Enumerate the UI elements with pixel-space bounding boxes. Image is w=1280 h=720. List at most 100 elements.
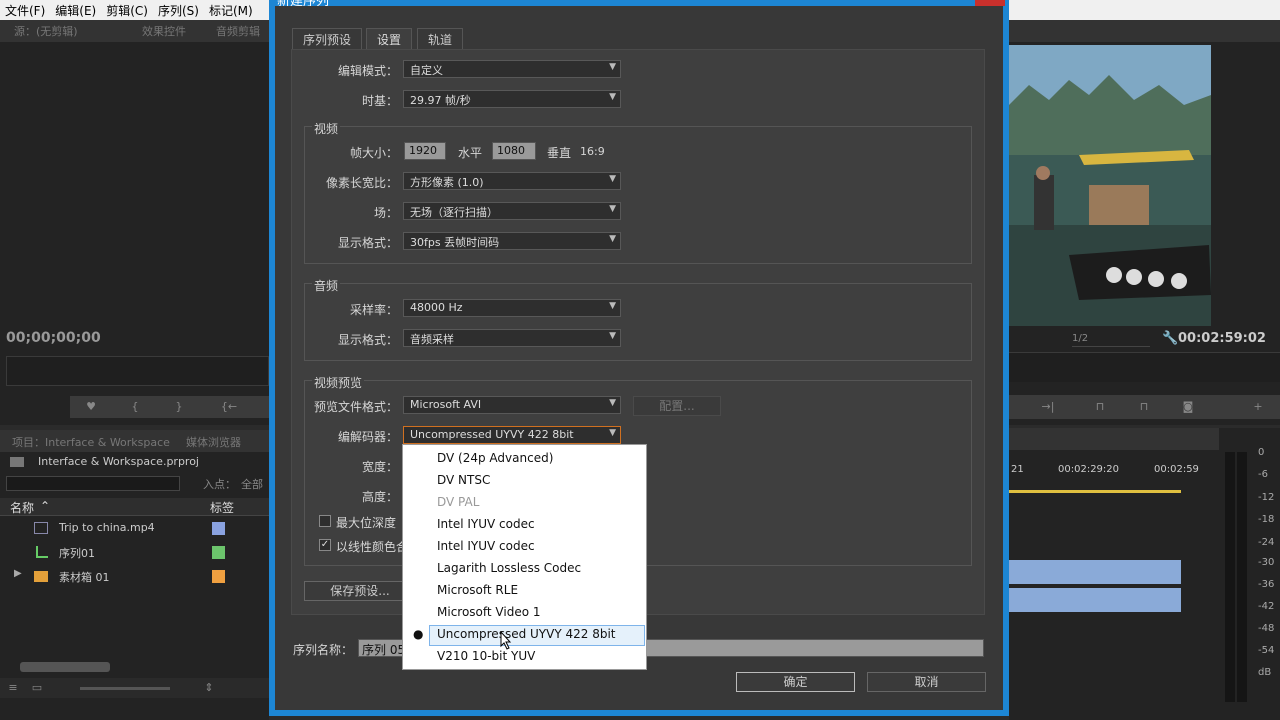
codec-option[interactable]: DV (24p Advanced) — [437, 451, 553, 465]
fields-label: 场： — [373, 206, 398, 220]
zoom-select[interactable]: 1/2 — [1072, 333, 1150, 347]
tab-settings[interactable]: 设置 — [366, 28, 413, 49]
audio-display-select[interactable]: 音频采样 ▼ — [403, 329, 621, 347]
source-timecode: 00;00;00;00 — [6, 330, 101, 346]
sort-icon[interactable]: ⇕ — [200, 680, 218, 696]
meter-bar-left — [1225, 452, 1235, 702]
meter-label: -18 — [1258, 514, 1275, 525]
chevron-down-icon: ▼ — [609, 428, 616, 438]
frame-height-input[interactable]: 1080 — [492, 142, 536, 160]
codec-option[interactable]: Intel IYUV codec — [437, 539, 535, 553]
tab-project[interactable]: 项目：Interface & Workspace — [12, 434, 170, 450]
timeline-time-1: 21 — [1011, 464, 1024, 475]
sort-up-icon: ⌃ — [40, 499, 51, 513]
frame-width-input[interactable]: 1920 — [404, 142, 446, 160]
marker-icon[interactable]: ♥ — [82, 399, 100, 415]
codec-option: DV PAL — [437, 495, 480, 509]
meter-label: -24 — [1258, 537, 1275, 548]
selected-bullet-icon: ● — [413, 627, 424, 641]
codec-option[interactable]: Uncompressed UYVY 422 8bit — [437, 627, 615, 641]
save-preset-button[interactable]: 保存预设... — [304, 581, 416, 601]
col-name[interactable]: 名称 — [10, 499, 34, 516]
tab-sequence-presets[interactable]: 序列预设 — [292, 28, 363, 49]
horizontal-label: 水平 — [458, 146, 483, 160]
edit-mode-value: 自定义 — [410, 64, 443, 77]
display-format-label: 显示格式： — [337, 236, 398, 250]
codec-option[interactable]: Lagarith Lossless Codec — [437, 561, 581, 575]
mark-in-icon[interactable]: { — [126, 399, 144, 415]
project-search-input[interactable] — [6, 476, 180, 491]
source-controls: ♥ { } {← — [70, 396, 269, 418]
tab-audio-clip[interactable]: 音频剪辑 — [216, 23, 260, 39]
chevron-down-icon: ▼ — [609, 234, 616, 244]
extract-icon[interactable]: ⊓ — [1135, 399, 1153, 415]
mouse-cursor-icon — [500, 631, 512, 650]
max-depth-checkbox[interactable] — [319, 515, 331, 527]
meter-label: 0 — [1258, 447, 1265, 458]
sample-rate-select[interactable]: 48000 Hz ▼ — [403, 299, 621, 317]
sample-rate-label: 采样率： — [349, 303, 398, 317]
menu-marker[interactable]: 标记(M) — [204, 0, 258, 21]
ok-button[interactable]: 确定 — [736, 672, 855, 692]
bin-folder-icon — [34, 571, 48, 582]
tab-effect-controls[interactable]: 效果控件 — [142, 23, 186, 39]
expand-triangle-icon[interactable]: ▶ — [14, 568, 22, 579]
preview-format-select[interactable]: Microsoft AVI ▼ — [403, 396, 621, 414]
menu-file[interactable]: 文件(F) — [0, 0, 50, 21]
display-format-select[interactable]: 30fps 丢帧时间码 ▼ — [403, 232, 621, 250]
fields-select[interactable]: 无场（逐行扫描） ▼ — [403, 202, 621, 220]
menu-sequence[interactable]: 序列(S) — [153, 0, 204, 21]
linear-color-checkbox[interactable]: ✓ — [319, 539, 331, 551]
codec-option[interactable]: Intel IYUV codec — [437, 517, 535, 531]
edit-mode-select[interactable]: 自定义 ▼ — [403, 60, 621, 78]
audio-track-clip[interactable] — [1009, 588, 1181, 612]
list-item[interactable]: ▶ 素材箱 01 — [0, 566, 269, 588]
pixel-aspect-select[interactable]: 方形像素 (1.0) ▼ — [403, 172, 621, 190]
menu-edit[interactable]: 编辑(E) — [50, 0, 101, 21]
meter-label: -36 — [1258, 579, 1275, 590]
horizontal-scrollbar[interactable] — [20, 662, 110, 672]
timebase-select[interactable]: 29.97 帧/秒 ▼ — [403, 90, 621, 108]
meter-label: -42 — [1258, 601, 1275, 612]
lift-icon[interactable]: ⊓ — [1091, 399, 1109, 415]
wrench-icon[interactable]: 🔧 — [1162, 331, 1178, 346]
mark-out-icon[interactable]: } — [170, 399, 188, 415]
close-icon[interactable] — [975, 0, 1005, 6]
program-scrub-bar[interactable] — [1009, 352, 1280, 382]
insert-icon[interactable]: →| — [1039, 399, 1057, 415]
folder-icon — [10, 457, 24, 467]
codec-option[interactable]: Microsoft RLE — [437, 583, 518, 597]
item-name: Trip to china.mp4 — [59, 521, 155, 534]
cancel-button[interactable]: 取消 — [867, 672, 986, 692]
frame-size-label: 帧大小： — [349, 146, 398, 160]
codec-option[interactable]: DV NTSC — [437, 473, 490, 487]
height-label: 高度： — [361, 490, 398, 504]
codec-dropdown-list: ● DV (24p Advanced) DV NTSC DV PAL Intel… — [402, 444, 647, 670]
icon-view-icon[interactable]: ▭ — [28, 680, 46, 696]
linear-color-label: 以线性颜色合 — [336, 540, 409, 554]
tab-source[interactable]: 源：(无剪辑) — [14, 23, 78, 39]
go-to-in-icon[interactable]: {← — [220, 399, 238, 415]
display-format-value: 30fps 丢帧时间码 — [410, 236, 500, 249]
in-point-value[interactable]: 全部 — [241, 476, 263, 492]
video-track-clip[interactable] — [1009, 560, 1181, 584]
codec-option[interactable]: V210 10-bit YUV — [437, 649, 535, 663]
list-item[interactable]: 序列01 — [0, 542, 269, 564]
menu-clip[interactable]: 剪辑(C) — [101, 0, 153, 21]
col-label[interactable]: 标签 — [210, 499, 234, 516]
codec-select[interactable]: Uncompressed UYVY 422 8bit ▼ — [403, 426, 621, 444]
camera-icon[interactable]: ◙ — [1179, 399, 1197, 415]
source-scrub-bar[interactable] — [6, 356, 269, 386]
list-view-icon[interactable]: ≡ — [4, 680, 22, 696]
timebase-label: 时基： — [361, 94, 398, 108]
tab-media-browser[interactable]: 媒体浏览器 — [186, 434, 241, 450]
chevron-down-icon: ▼ — [609, 398, 616, 408]
work-area-bar[interactable] — [1009, 490, 1181, 493]
zoom-slider[interactable] — [80, 687, 170, 690]
codec-option[interactable]: Microsoft Video 1 — [437, 605, 541, 619]
sample-rate-value: 48000 Hz — [410, 301, 463, 314]
list-item[interactable]: Trip to china.mp4 — [0, 518, 269, 540]
add-icon[interactable]: + — [1249, 399, 1267, 415]
preview-format-value: Microsoft AVI — [410, 398, 482, 411]
tab-tracks[interactable]: 轨道 — [417, 28, 464, 49]
